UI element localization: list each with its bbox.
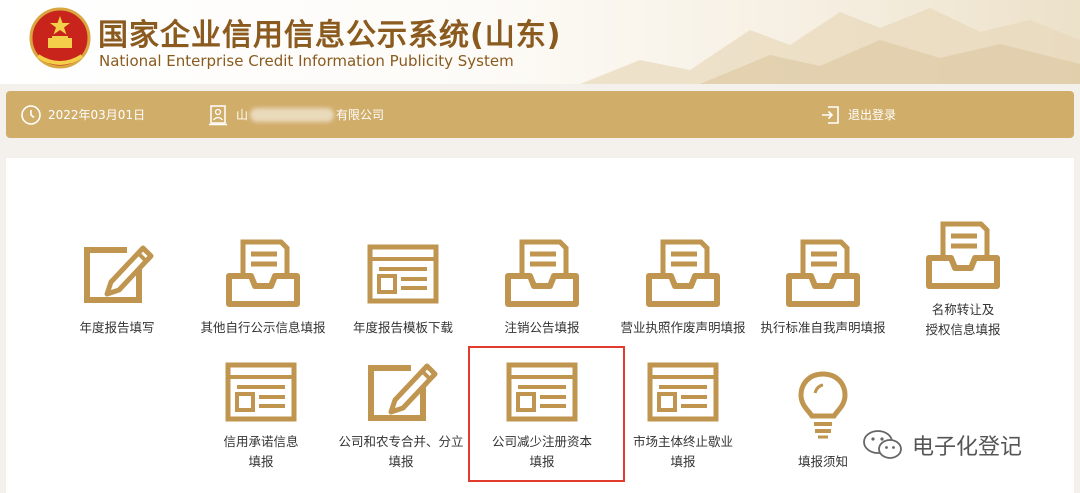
tray-icon bbox=[188, 238, 338, 310]
watermark: 电子化登记 bbox=[862, 428, 1022, 462]
tile-annual-report-fill[interactable]: 年度报告填写 bbox=[42, 238, 192, 335]
mountain-decoration bbox=[580, 8, 1080, 84]
wechat-icon bbox=[863, 430, 902, 459]
tile-label-line1: 年度报告模板下载 bbox=[352, 320, 453, 335]
pencil-icon bbox=[326, 356, 476, 428]
tile-label-line2: 填报 bbox=[248, 454, 274, 469]
tile-annual-report-template-download[interactable]: 年度报告模板下载 bbox=[328, 238, 478, 335]
pencil-icon bbox=[42, 238, 192, 310]
tile-standard-self-declaration-fill[interactable]: 执行标准自我声明填报 bbox=[748, 238, 898, 335]
logout-button[interactable]: 退出登录 bbox=[820, 91, 896, 138]
company-display: 山 有限公司 bbox=[208, 91, 384, 138]
form-icon bbox=[608, 356, 758, 428]
tile-label-line1: 信用承诺信息 bbox=[223, 434, 299, 449]
tray-icon bbox=[888, 220, 1038, 292]
tile-merger-split-fill[interactable]: 公司和农专合并、分立 填报 bbox=[326, 356, 476, 469]
tile-label-line1: 其他自行公示信息填报 bbox=[200, 320, 326, 335]
tray-icon bbox=[748, 238, 898, 310]
site-header: 国家企业信用信息公示系统(山东) National Enterprise Cre… bbox=[0, 0, 1080, 84]
tile-cancellation-notice-fill[interactable]: 注销公告填报 bbox=[467, 238, 617, 335]
tile-credit-commitment-fill[interactable]: 信用承诺信息 填报 bbox=[186, 356, 336, 469]
tile-label-line2: 填报 bbox=[670, 454, 696, 469]
tile-name-transfer-authorization-fill[interactable]: 名称转让及授权信息填报 bbox=[888, 220, 1038, 337]
site-title-en: National Enterprise Credit Information P… bbox=[99, 52, 514, 70]
national-emblem-icon bbox=[29, 7, 91, 69]
date-display: 2022年03月01日 bbox=[20, 91, 145, 138]
tile-label-line1: 执行标准自我声明填报 bbox=[760, 320, 886, 335]
clock-icon bbox=[21, 104, 41, 125]
company-name-suffix: 有限公司 bbox=[336, 108, 385, 122]
company-name-redacted bbox=[250, 107, 335, 122]
current-date: 2022年03月01日 bbox=[48, 108, 146, 122]
site-title-cn: 国家企业信用信息公示系统(山东) bbox=[98, 18, 562, 53]
company-icon bbox=[209, 104, 227, 125]
logout-icon bbox=[822, 105, 839, 124]
tile-label-line1: 公司和农专合并、分立 bbox=[338, 434, 464, 449]
tile-other-publicity-fill[interactable]: 其他自行公示信息填报 bbox=[188, 238, 338, 335]
company-name-prefix: 山 bbox=[236, 108, 249, 122]
form-icon bbox=[186, 356, 336, 428]
logout-label: 退出登录 bbox=[848, 108, 897, 122]
form-icon bbox=[328, 238, 478, 310]
tile-label-line2: 授权信息填报 bbox=[925, 322, 1001, 337]
tile-label-line1: 年度报告填写 bbox=[79, 320, 155, 335]
tile-license-void-statement-fill[interactable]: 营业执照作废声明填报 bbox=[608, 238, 758, 335]
tile-label-line1: 营业执照作废声明填报 bbox=[620, 320, 746, 335]
tray-icon bbox=[608, 238, 758, 310]
tray-icon bbox=[467, 238, 617, 310]
tile-label-line2: 填报 bbox=[388, 454, 414, 469]
user-info-bar: 2022年03月01日 山 有限公司 退出登录 bbox=[6, 91, 1074, 138]
tile-entity-termination-suspension-fill[interactable]: 市场主体终止歇业 填报 bbox=[608, 356, 758, 469]
tile-label-line1: 注销公告填报 bbox=[504, 320, 580, 335]
tile-label-line1: 名称转让及 bbox=[931, 302, 995, 317]
watermark-text: 电子化登记 bbox=[912, 435, 1023, 460]
highlight-box bbox=[468, 346, 625, 482]
tile-label-line1: 市场主体终止歇业 bbox=[632, 434, 733, 449]
